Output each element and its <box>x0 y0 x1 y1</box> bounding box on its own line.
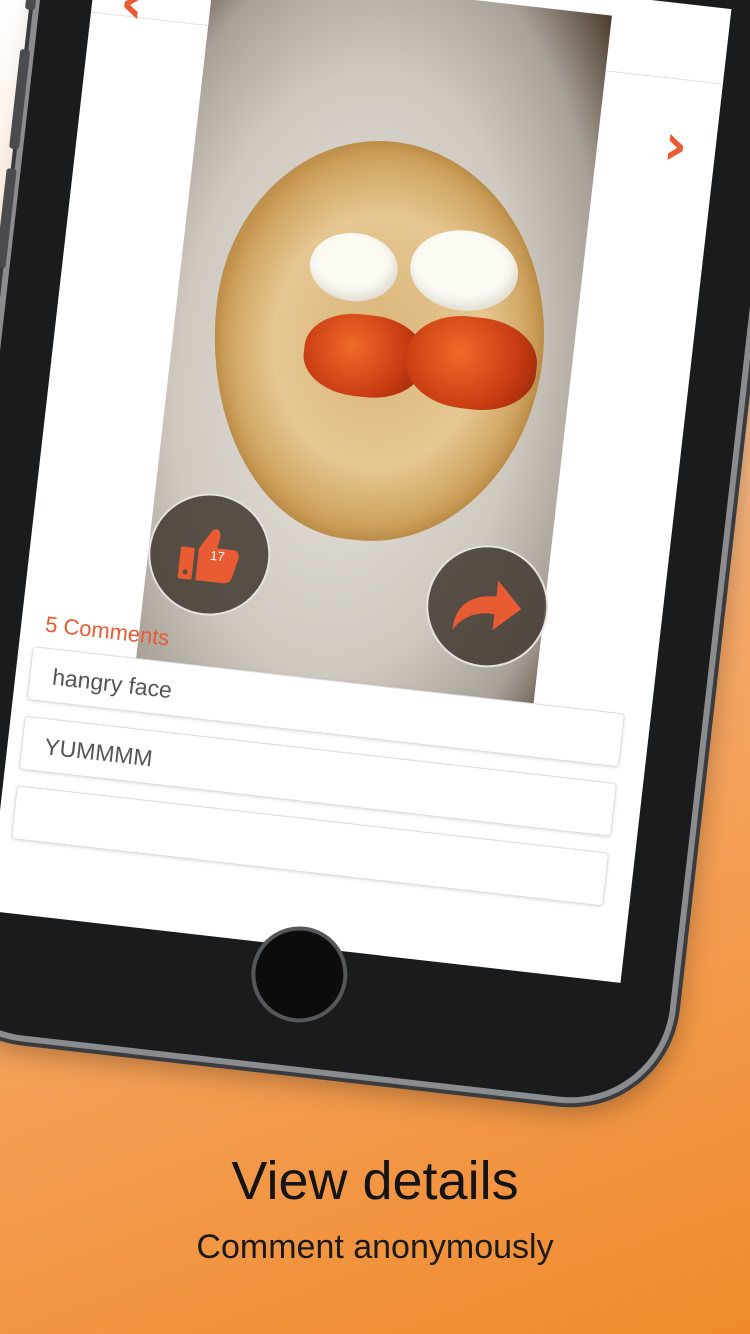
like-count: 17 <box>209 547 226 565</box>
chevron-right-icon: › <box>660 109 692 180</box>
caviar-topping <box>401 309 542 417</box>
cream-dollop <box>306 228 402 306</box>
mute-switch <box>24 0 41 11</box>
previous-photo-button[interactable]: ‹ <box>117 0 148 37</box>
caption-subtitle: Comment anonymously <box>196 1228 554 1266</box>
app-screen: ‹ › 17 5 Comments hangry face YUMMMM <box>0 0 732 983</box>
next-photo-button[interactable]: › <box>660 110 691 180</box>
caption-title: View details <box>231 1151 519 1211</box>
share-arrow-icon <box>452 580 522 631</box>
pancake-image <box>191 123 566 559</box>
volume-up-button <box>9 48 31 150</box>
volume-down-button <box>0 168 17 269</box>
phone-body: ‹ › 17 5 Comments hangry face YUMMMM <box>0 0 750 1108</box>
phone-mockup: ‹ › 17 5 Comments hangry face YUMMMM <box>0 0 750 1108</box>
cream-dollop <box>405 224 523 317</box>
